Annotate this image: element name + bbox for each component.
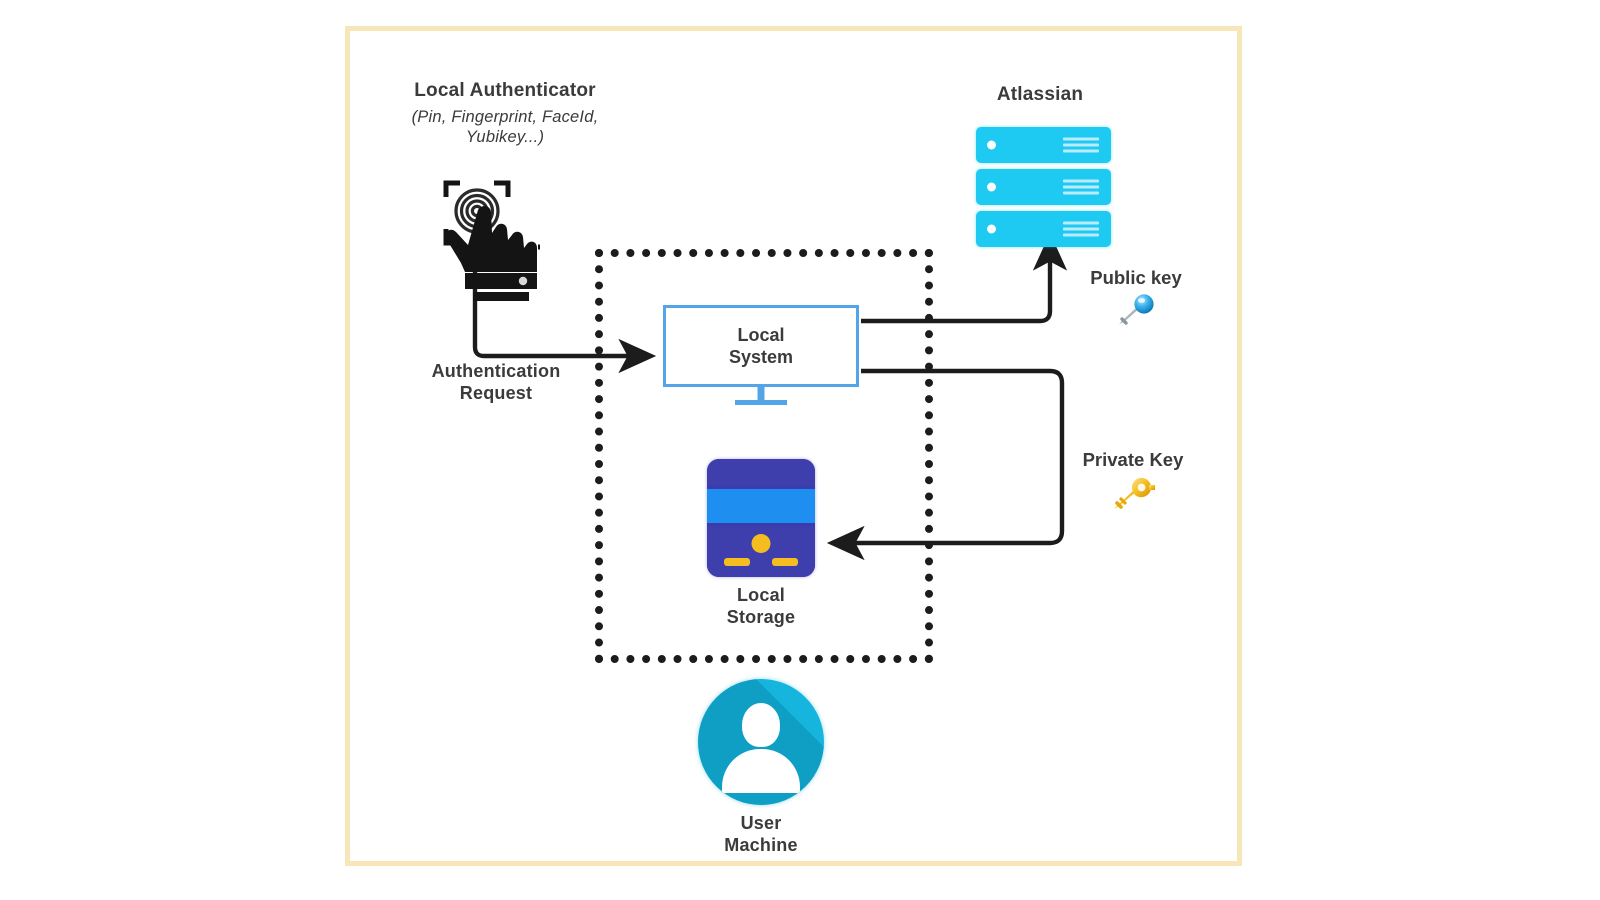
local-storage-node: Local Storage (707, 459, 815, 627)
server-status-dot (987, 224, 996, 234)
user-machine-node: User Machine (698, 679, 824, 855)
local-authenticator-title: Local Authenticator (414, 80, 596, 101)
diagram-page: Local Authenticator (Pin, Fingerprint, F… (0, 0, 1600, 900)
storage-node-left (724, 558, 750, 566)
diagram-frame: Local Authenticator (Pin, Fingerprint, F… (345, 26, 1242, 866)
server-vent-lines (1063, 137, 1099, 153)
avatar-head (742, 703, 780, 747)
database-icon (707, 459, 815, 577)
public-key-label: Public key (1090, 267, 1182, 288)
storage-hub-dot (751, 534, 771, 553)
local-authenticator-subtitle: (Pin, Fingerprint, FaceId, Yubikey...) (411, 108, 599, 147)
server-status-dot (987, 182, 996, 192)
private-key-label: Private Key (1082, 449, 1184, 470)
storage-band-top (707, 459, 815, 486)
local-system-label: Local System (728, 324, 794, 368)
monitor-icon: Local System (663, 305, 859, 387)
public-key-callout: Public key (1058, 267, 1214, 327)
gold-key-icon (1048, 475, 1218, 511)
private-key-callout: Private Key (1048, 449, 1218, 511)
server-vent-lines (1063, 221, 1099, 237)
fingerprint-hand-icon (430, 171, 542, 301)
storage-node-right (772, 558, 798, 566)
local-authenticator-node: Local Authenticator (Pin, Fingerprint, F… (360, 79, 650, 301)
storage-band-middle (707, 489, 815, 523)
server-status-dot (987, 140, 996, 150)
server-vent-lines (1063, 179, 1099, 195)
atlassian-title: Atlassian (996, 84, 1084, 105)
user-avatar-icon (698, 679, 824, 805)
server-stack-icon (976, 127, 1111, 253)
monitor-base (735, 400, 787, 405)
server-rack-unit (976, 169, 1111, 205)
diagram-canvas: Local Authenticator (Pin, Fingerprint, F… (350, 31, 1237, 861)
atlassian-node: Atlassian (925, 83, 1155, 247)
server-rack-unit (976, 211, 1111, 247)
authentication-request-label: Authentication Request (431, 361, 561, 403)
user-machine-label: User Machine (724, 813, 798, 855)
local-system-node: Local System (663, 305, 859, 405)
server-rack-unit (976, 127, 1111, 163)
local-storage-label: Local Storage (726, 585, 796, 627)
blue-key-icon (1058, 293, 1214, 327)
